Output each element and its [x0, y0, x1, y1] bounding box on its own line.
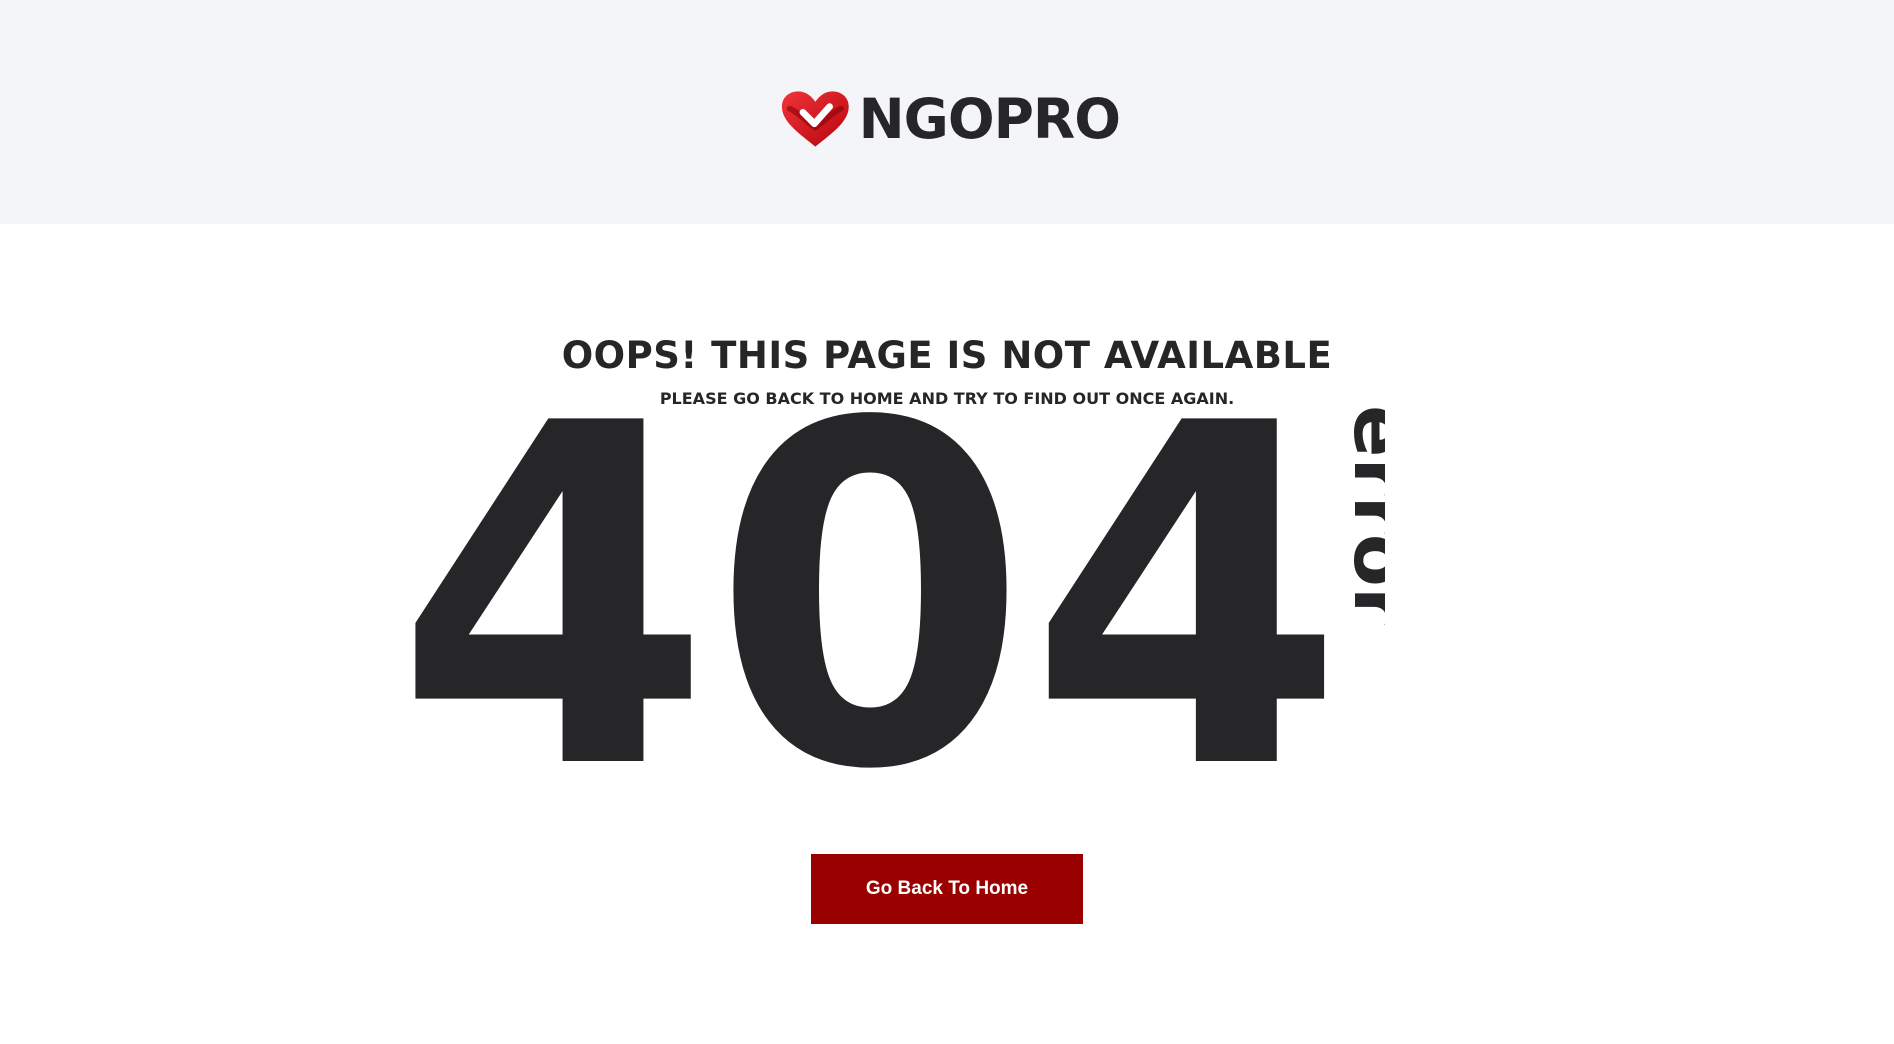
error-code-graphic: 404 error [395, 399, 1385, 779]
site-header: NGOPRO [0, 0, 1894, 224]
error-code-text: 404 [395, 399, 1345, 779]
logo-text: NGOPRO [858, 86, 1121, 151]
page-title: OOPS! THIS PAGE IS NOT AVAILABLE [561, 334, 1333, 377]
error-content: OOPS! THIS PAGE IS NOT AVAILABLE PLEASE … [0, 224, 1894, 1044]
site-logo[interactable]: NGOPRO [780, 86, 1121, 152]
error-label-text: error [1337, 405, 1385, 626]
heart-check-icon [781, 91, 849, 147]
go-back-home-button[interactable]: Go Back To Home [811, 854, 1083, 924]
